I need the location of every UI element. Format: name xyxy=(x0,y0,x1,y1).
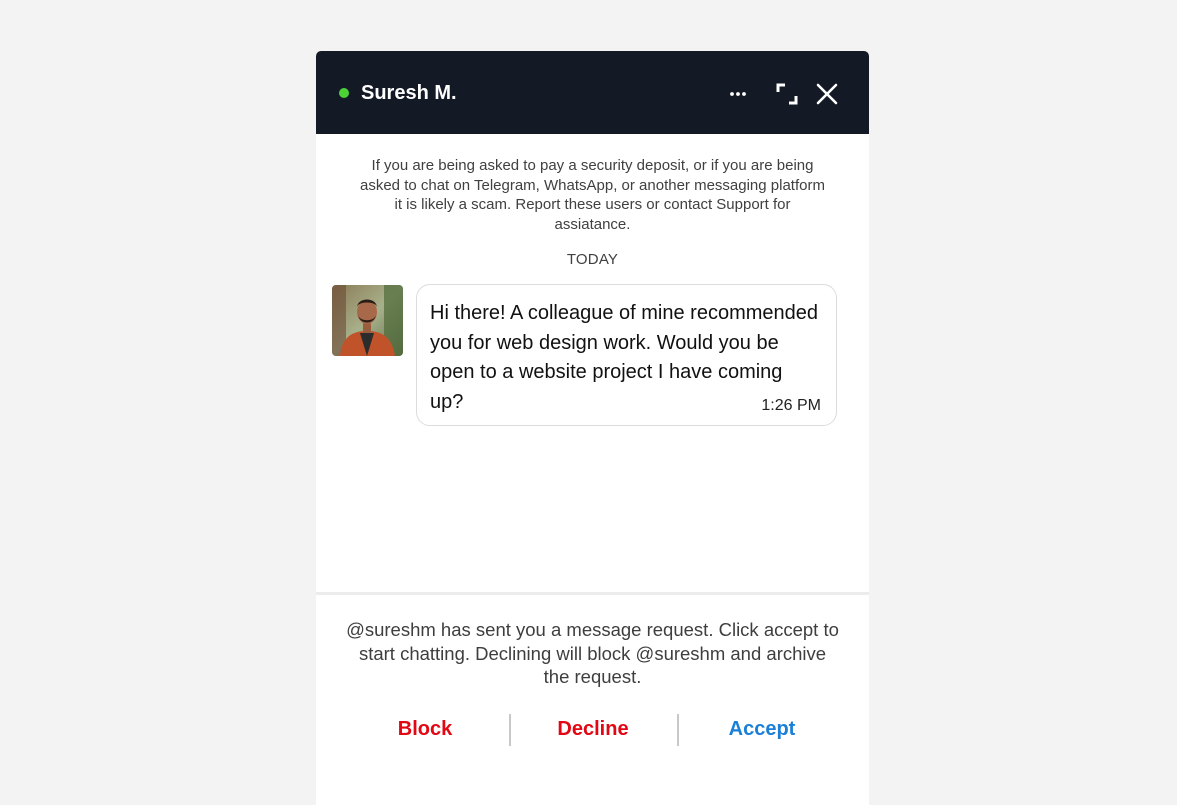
expand-button[interactable] xyxy=(773,80,801,108)
decline-button[interactable]: Decline xyxy=(513,711,673,747)
section-divider xyxy=(316,592,869,595)
contact-name: Suresh M. xyxy=(361,82,457,104)
message-bubble: Hi there! A colleague of mine recommende… xyxy=(416,284,837,426)
scam-warning-notice: If you are being asked to pay a security… xyxy=(360,157,825,233)
accept-button[interactable]: Accept xyxy=(682,711,842,747)
request-actions: Block Decline Accept xyxy=(316,711,869,747)
avatar-photo xyxy=(332,285,403,356)
avatar xyxy=(332,285,403,356)
action-separator xyxy=(509,714,511,746)
message-timestamp: 1:26 PM xyxy=(761,397,821,414)
chat-window: Suresh M. If you are being asked to pay … xyxy=(316,51,869,805)
action-separator xyxy=(677,714,679,746)
more-options-button[interactable] xyxy=(724,80,752,108)
day-separator: TODAY xyxy=(566,251,619,268)
expand-icon xyxy=(776,83,798,105)
close-icon xyxy=(816,83,838,105)
message-request-notice: @sureshm has sent you a message request.… xyxy=(346,619,839,687)
block-button[interactable]: Block xyxy=(345,711,505,747)
more-options-icon xyxy=(730,92,746,96)
chat-header: Suresh M. xyxy=(316,51,869,134)
online-status-indicator xyxy=(339,88,349,98)
close-button[interactable] xyxy=(813,80,841,108)
